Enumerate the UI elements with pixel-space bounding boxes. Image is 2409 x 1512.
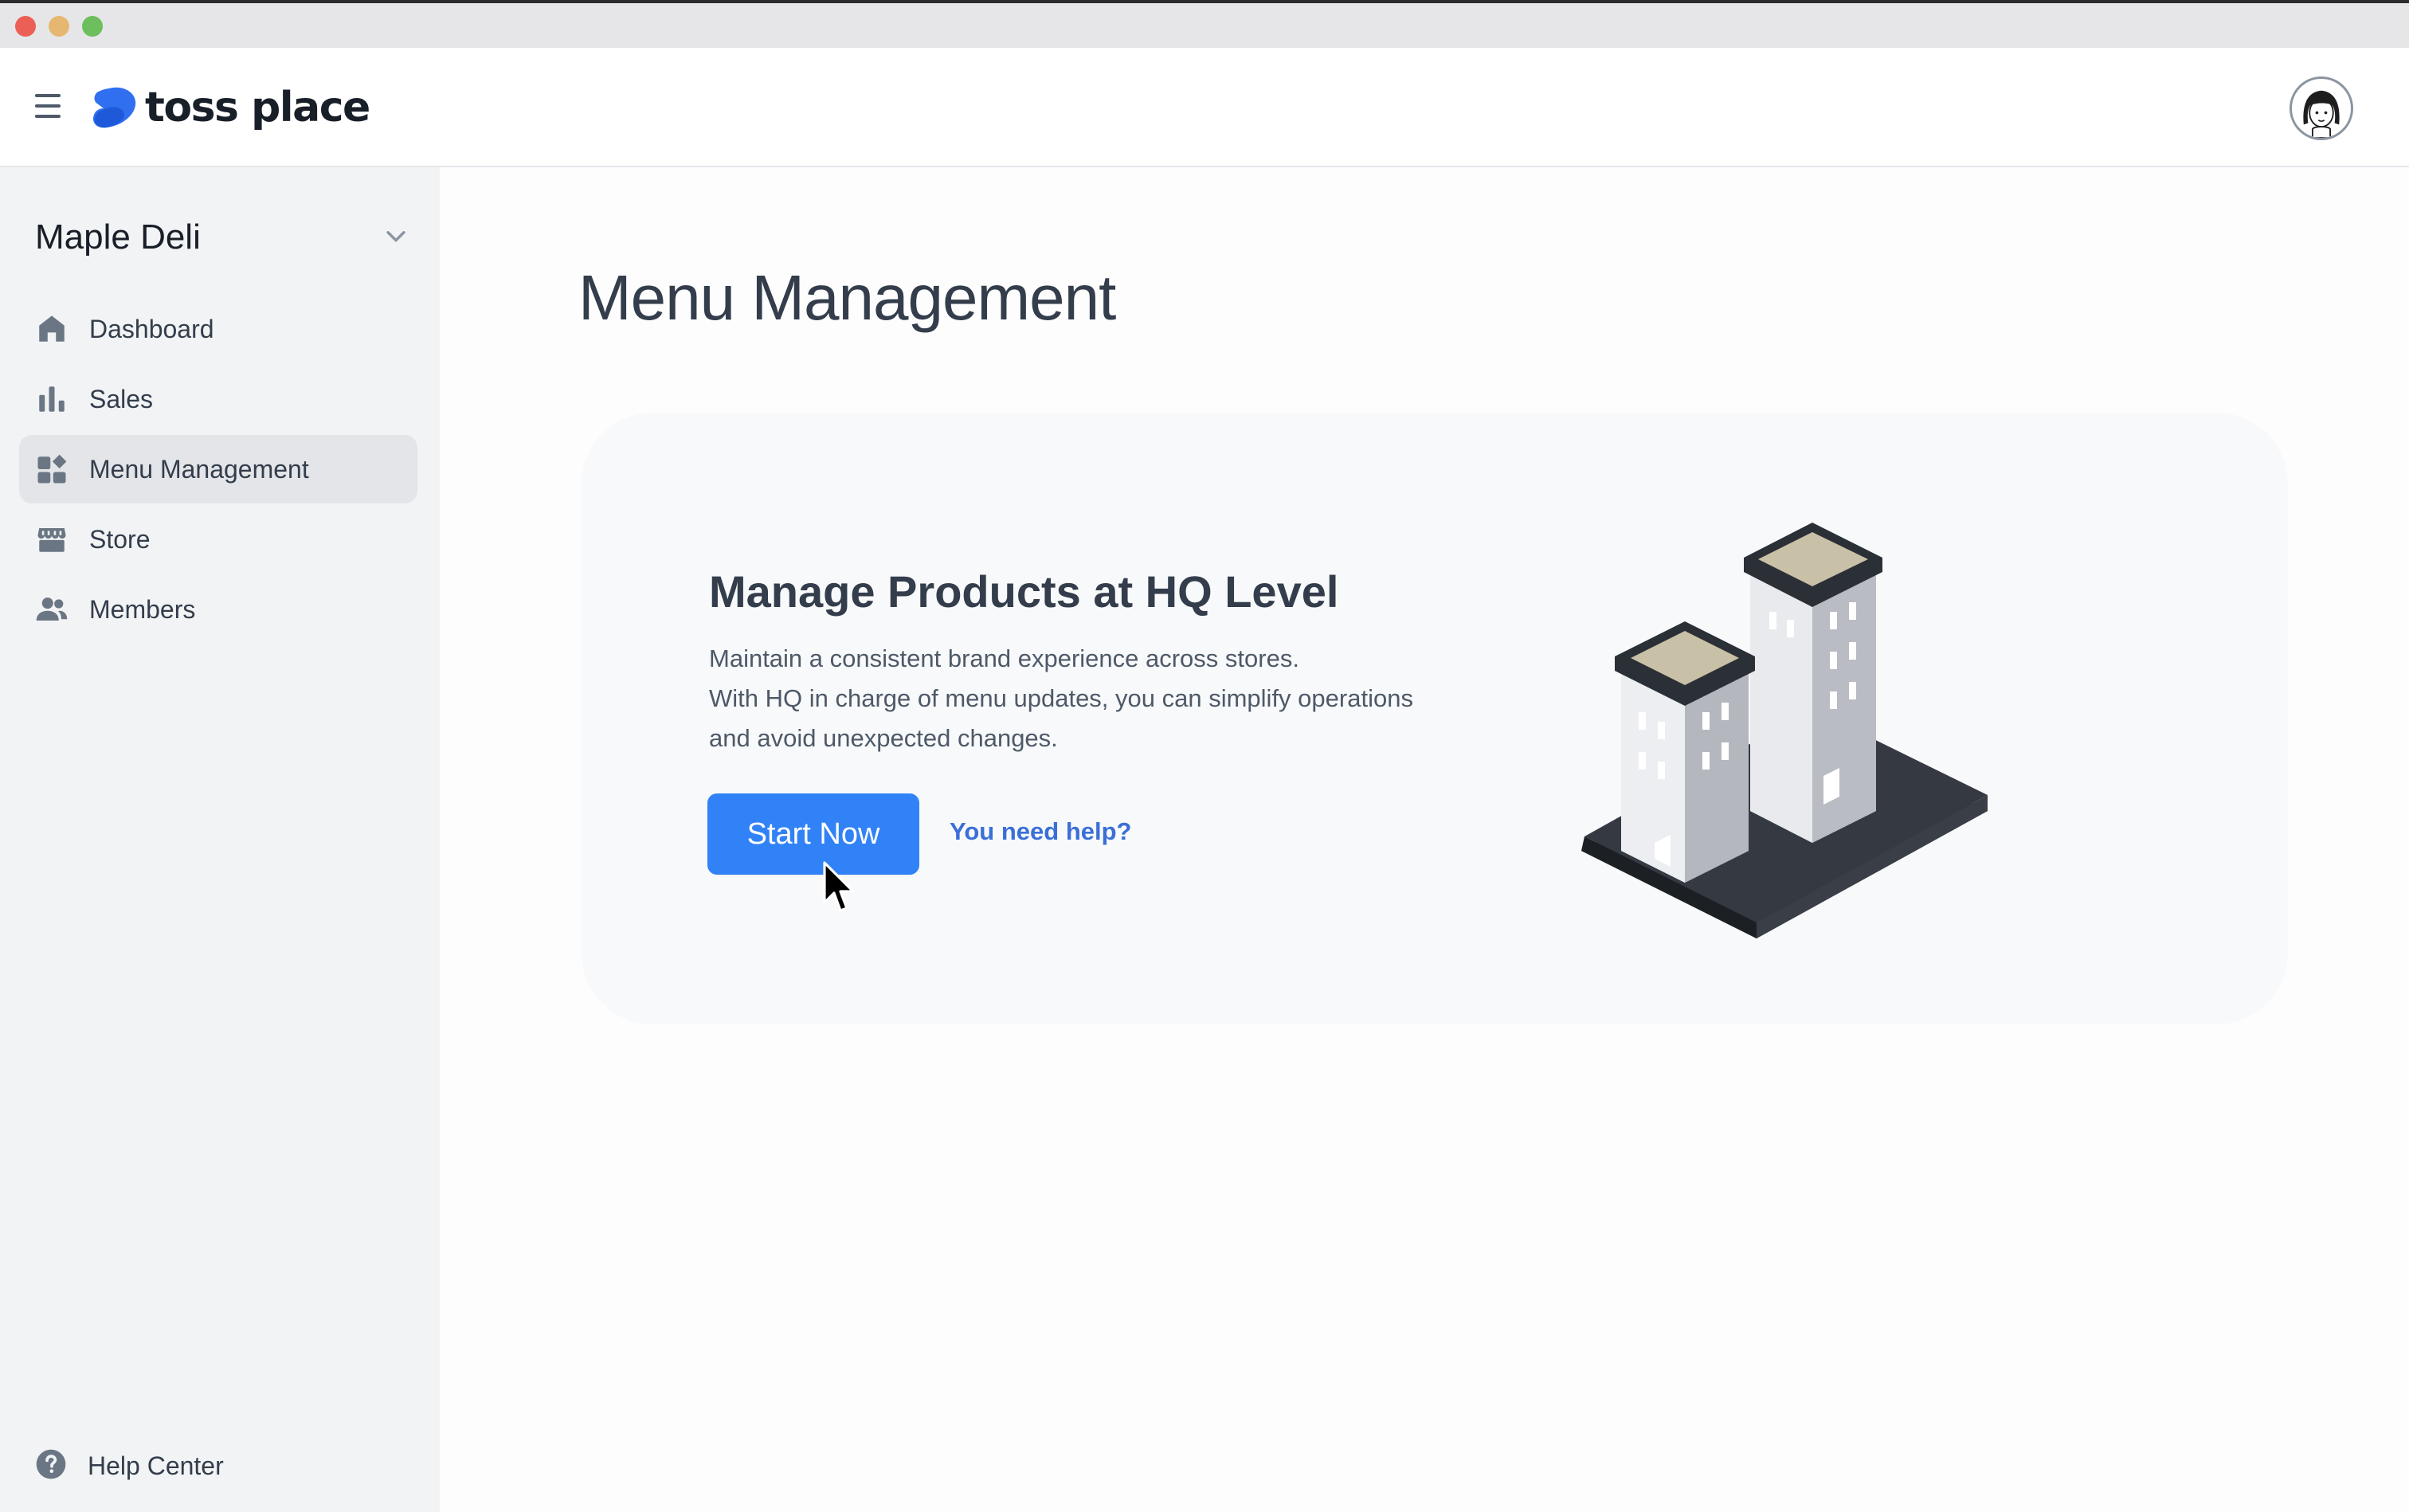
brand-logo[interactable]: toss place: [89, 80, 370, 135]
sidebar-nav: Dashboard Sales Menu Management Store Me…: [19, 295, 417, 645]
card-description: Maintain a consistent brand experience a…: [709, 639, 1506, 758]
store-name: Maple Deli: [35, 217, 201, 257]
help-center-link[interactable]: Help Center: [35, 1442, 224, 1490]
page-title: Menu Management: [578, 262, 1116, 333]
store-selector[interactable]: Maple Deli: [35, 207, 409, 268]
sidebar: Maple Deli Dashboard Sales Menu Manageme…: [0, 167, 440, 1512]
card-heading: Manage Products at HQ Level: [709, 566, 1339, 617]
avatar-face-icon: [2303, 90, 2340, 138]
sidebar-item-store[interactable]: Store: [19, 505, 417, 574]
brand-name: toss place: [145, 84, 370, 131]
help-center-label: Help Center: [88, 1451, 224, 1480]
user-avatar[interactable]: [2290, 76, 2353, 140]
sidebar-item-dashboard[interactable]: Dashboard: [19, 295, 417, 363]
people-icon: [35, 593, 69, 626]
sidebar-item-label: Dashboard: [89, 314, 214, 343]
description-line: With HQ in charge of menu updates, you c…: [709, 684, 1413, 712]
hq-promo-card: Manage Products at HQ Level Maintain a c…: [582, 413, 2288, 1024]
chevron-down-icon: [382, 222, 409, 253]
bar-chart-icon: [35, 382, 69, 416]
close-window-button[interactable]: [15, 16, 36, 37]
home-icon: [35, 312, 69, 346]
title-bar: [0, 0, 2409, 48]
start-now-button[interactable]: Start Now: [707, 793, 919, 875]
description-line: and avoid unexpected changes.: [709, 724, 1058, 752]
help-link[interactable]: You need help?: [950, 817, 1132, 846]
description-line: Maintain a consistent brand experience a…: [709, 644, 1299, 672]
toss-logo-icon: [92, 87, 136, 128]
sidebar-item-members[interactable]: Members: [19, 575, 417, 644]
sidebar-item-label: Menu Management: [89, 454, 309, 484]
sidebar-item-sales[interactable]: Sales: [19, 365, 417, 433]
widgets-icon: [35, 452, 69, 486]
buildings-illustration: [1581, 523, 1988, 938]
minimize-window-button[interactable]: [49, 16, 69, 37]
app-header: toss place: [0, 48, 2409, 167]
question-circle-icon: [35, 1448, 67, 1484]
storefront-icon: [35, 523, 69, 556]
sidebar-item-label: Sales: [89, 384, 154, 413]
sidebar-item-label: Members: [89, 594, 196, 624]
menu-toggle-icon[interactable]: [35, 94, 61, 118]
sidebar-item-menu-management[interactable]: Menu Management: [19, 435, 417, 503]
sidebar-item-label: Store: [89, 524, 151, 554]
main-content: Menu Management Manage Products at HQ Le…: [440, 167, 2409, 1512]
app-window: toss place Maple Deli Dashboard Sales Me…: [0, 0, 2409, 1512]
maximize-window-button[interactable]: [82, 16, 103, 37]
